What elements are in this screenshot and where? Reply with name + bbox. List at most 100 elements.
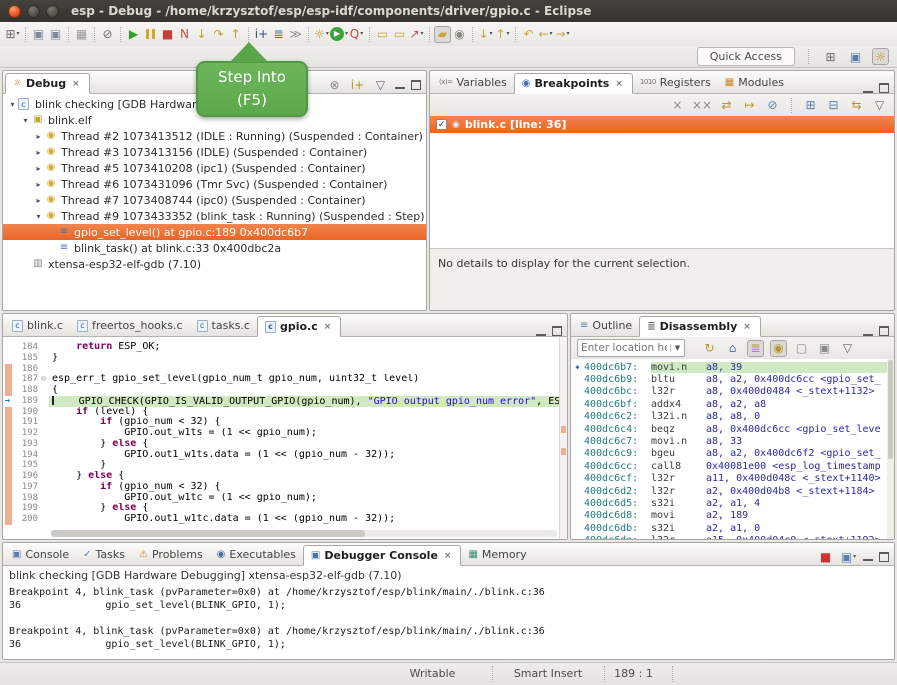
use-step-filters-icon[interactable]: ≫	[287, 26, 304, 43]
disassembly-row[interactable]: 400dc6d5:s32ia2, a1, 4	[571, 497, 894, 509]
disconnect-icon[interactable]: N	[176, 26, 193, 43]
disassembly-row[interactable]: ◆400dc6b7:movi.na8, 39	[571, 361, 894, 373]
show-source-icon[interactable]: ≣	[747, 340, 764, 357]
editor-tab-gpio-c[interactable]: cgpio.c×	[257, 316, 341, 337]
home-icon[interactable]: ⌂	[724, 340, 741, 357]
debug-view-tab[interactable]: ☼Debug×	[5, 73, 90, 94]
disassembly-row[interactable]: 400dc6cc:call80x40081e00 <esp_log_timest…	[571, 460, 894, 472]
cpp-perspective-icon[interactable]: ▣	[847, 48, 864, 65]
display-selected-console-icon[interactable]: ▣▾	[840, 548, 857, 565]
view-menu-icon[interactable]: ▽	[372, 76, 389, 93]
close-tab-icon[interactable]: ×	[741, 321, 753, 333]
save-all-icon[interactable]: ▣	[47, 26, 64, 43]
code-line-197[interactable]: 197 if (gpio_num < 32) {	[3, 482, 567, 493]
maximize-view-icon[interactable]	[411, 80, 421, 90]
minimize-view-icon[interactable]	[863, 84, 873, 93]
minimize-view-icon[interactable]	[395, 80, 405, 89]
code-line-191[interactable]: 191 if (gpio_num < 32) {	[3, 417, 567, 428]
code-line-190[interactable]: 190 if (level) {	[3, 407, 567, 418]
show-disassembly-icon[interactable]: ≣	[270, 26, 287, 43]
right-tab-modules[interactable]: ▦Modules	[718, 72, 791, 93]
disassembly-row[interactable]: 400dc6de:l32ra15, 0x400d04c0 <_stext+119…	[571, 534, 894, 539]
editor-code-area[interactable]: 184 return ESP_OK;185}186187⊖esp_err_t g…	[3, 337, 567, 539]
disassembly-row[interactable]: 400dc6bf:addx4a8, a2, a8	[571, 398, 894, 410]
right-tab-breakpoints[interactable]: ◉Breakpoints×	[514, 73, 633, 94]
maximize-view-icon[interactable]	[552, 326, 562, 336]
tree-expand-arrow-icon[interactable]: ▸	[33, 148, 44, 157]
skip-all-breakpoints-toggle-icon[interactable]: ⊘	[764, 97, 781, 114]
title-bar[interactable]: esp - Debug - /home/krzysztof/esp/esp-id…	[0, 0, 897, 22]
refresh-icon[interactable]: ↻	[701, 340, 718, 357]
open-new-view-icon[interactable]: ▢	[793, 340, 810, 357]
breakpoint-row[interactable]: ✓◉blink.c [line: 36]	[430, 116, 894, 133]
maximize-view-icon[interactable]	[879, 552, 889, 562]
console-tab-memory[interactable]: ▦Memory	[461, 544, 533, 565]
right-tab-variables[interactable]: (x)=Variables	[432, 72, 514, 93]
mark-occurrences-icon[interactable]: ◉	[451, 26, 468, 43]
close-tab-icon[interactable]: ×	[70, 78, 82, 90]
go-to-file-icon[interactable]: ↦	[741, 97, 758, 114]
save-icon[interactable]: ▣	[30, 26, 47, 43]
quick-access-button[interactable]: Quick Access	[697, 47, 795, 66]
disassembly-row[interactable]: 400dc6c4:beqza8, 0x400dc6cc <gpio_set_le…	[571, 423, 894, 435]
close-tab-icon[interactable]: ×	[322, 321, 334, 333]
code-line-193[interactable]: 193 } else {	[3, 439, 567, 450]
coverage-launch-icon[interactable]: Q▾	[348, 26, 365, 43]
debug-tree-row[interactable]: ▥xtensa-esp32-elf-gdb (7.10)	[3, 256, 426, 272]
disassembly-row[interactable]: 400dc6bc:l32ra8, 0x400d0484 <_stext+1132…	[571, 386, 894, 398]
right-tab-registers[interactable]: 1010Registers	[633, 72, 718, 93]
debug-tree-row-selected[interactable]: ≡gpio_set_level() at gpio.c:189 0x400dc6…	[3, 224, 426, 240]
code-line-199[interactable]: 199 } else {	[3, 503, 567, 514]
console-tab-debugger-console[interactable]: ▣Debugger Console×	[303, 545, 462, 566]
disassembly-row[interactable]: 400dc6db:s32ia2, a1, 0	[571, 522, 894, 534]
breakpoints-list[interactable]: ✓◉blink.c [line: 36]	[430, 116, 894, 248]
debug-tree-row[interactable]: ▸◉Thread #3 1073413156 (IDLE) (Suspended…	[3, 144, 426, 160]
tree-expand-arrow-icon[interactable]: ▸	[33, 180, 44, 189]
maximize-window-button[interactable]	[46, 5, 59, 18]
console-output[interactable]: Breakpoint 4, blink_task (pvParameter=0x…	[3, 584, 894, 659]
code-line-188[interactable]: 188{	[3, 385, 567, 396]
instruction-stepping-icon[interactable]: i+	[253, 26, 270, 43]
open-resource-icon[interactable]: ▭	[391, 26, 408, 43]
debug-tree-row[interactable]: ▸◉Thread #5 1073410208 (ipc1) (Suspended…	[3, 160, 426, 176]
editor-tab-freertos-hooks-c[interactable]: cfreertos_hooks.c	[70, 315, 190, 336]
console-tab-executables[interactable]: ◉Executables	[210, 544, 303, 565]
debug-perspective-icon[interactable]: ☼	[872, 48, 889, 65]
tree-expand-arrow-icon[interactable]: ▾	[20, 116, 31, 125]
code-line-184[interactable]: 184 return ESP_OK;	[3, 342, 567, 353]
tree-expand-arrow-icon[interactable]: ▸	[33, 132, 44, 141]
outline-tab-disassembly[interactable]: ≣Disassembly×	[639, 316, 761, 337]
breakpoint-checkbox[interactable]: ✓	[436, 119, 447, 130]
debug-tree-row[interactable]: ▸◉Thread #6 1073431096 (Tmr Svc) (Suspen…	[3, 176, 426, 192]
tree-expand-arrow-icon[interactable]: ▾	[33, 212, 44, 221]
collapse-all-icon[interactable]: ⊟	[825, 97, 842, 114]
debug-launch-icon[interactable]: ☼▾	[313, 26, 330, 43]
previous-annotation-icon[interactable]: ↑▾	[494, 26, 511, 43]
open-element-icon[interactable]: ▭	[374, 26, 391, 43]
editor-horizontal-scrollbar[interactable]	[51, 530, 557, 537]
code-line-200[interactable]: 200 GPIO.out1_w1tc.data = (1 << (gpio_nu…	[3, 514, 567, 525]
step-into-icon[interactable]: ↓	[193, 26, 210, 43]
debug-tree-row[interactable]: ≡blink_task() at blink.c:33 0x400dbc2a	[3, 240, 426, 256]
outline-tab-outline[interactable]: ≡Outline	[573, 315, 639, 336]
debug-tree-row[interactable]: ▸◉Thread #7 1073408744 (ipc0) (Suspended…	[3, 192, 426, 208]
console-tab-tasks[interactable]: ✓Tasks	[76, 544, 132, 565]
code-line-196[interactable]: 196 } else {	[3, 471, 567, 482]
resume-icon[interactable]: ▶	[125, 26, 142, 43]
disassembly-row[interactable]: 400dc6c2:l32i.na8, a8, 0	[571, 411, 894, 423]
disassembly-row[interactable]: 400dc6b9:bltua8, a2, 0x400dc6cc <gpio_se…	[571, 373, 894, 385]
remove-all-terminated-icon[interactable]: ⊗	[326, 76, 343, 93]
code-line-187[interactable]: 187⊖esp_err_t gpio_set_level(gpio_num_t …	[3, 374, 567, 385]
step-over-icon[interactable]: ↷	[210, 26, 227, 43]
remove-breakpoint-icon[interactable]: ×	[669, 97, 686, 114]
debug-tree-row[interactable]: ▸◉Thread #2 1073413512 (IDLE : Running) …	[3, 128, 426, 144]
terminate-icon[interactable]: ■	[159, 26, 176, 43]
disassembly-row[interactable]: 400dc6c7:movi.na8, 33	[571, 435, 894, 447]
tree-expand-arrow-icon[interactable]: ▾	[7, 100, 18, 109]
view-menu-icon[interactable]: ▽	[839, 340, 856, 357]
code-line-192[interactable]: 192 GPIO.out_w1ts = (1 << gpio_num);	[3, 428, 567, 439]
editor-tab-tasks-c[interactable]: ctasks.c	[190, 315, 257, 336]
run-launch-icon[interactable]: ▶▾	[330, 26, 348, 43]
step-return-icon[interactable]: ↑	[227, 26, 244, 43]
pin-view-icon[interactable]: ▣	[816, 340, 833, 357]
